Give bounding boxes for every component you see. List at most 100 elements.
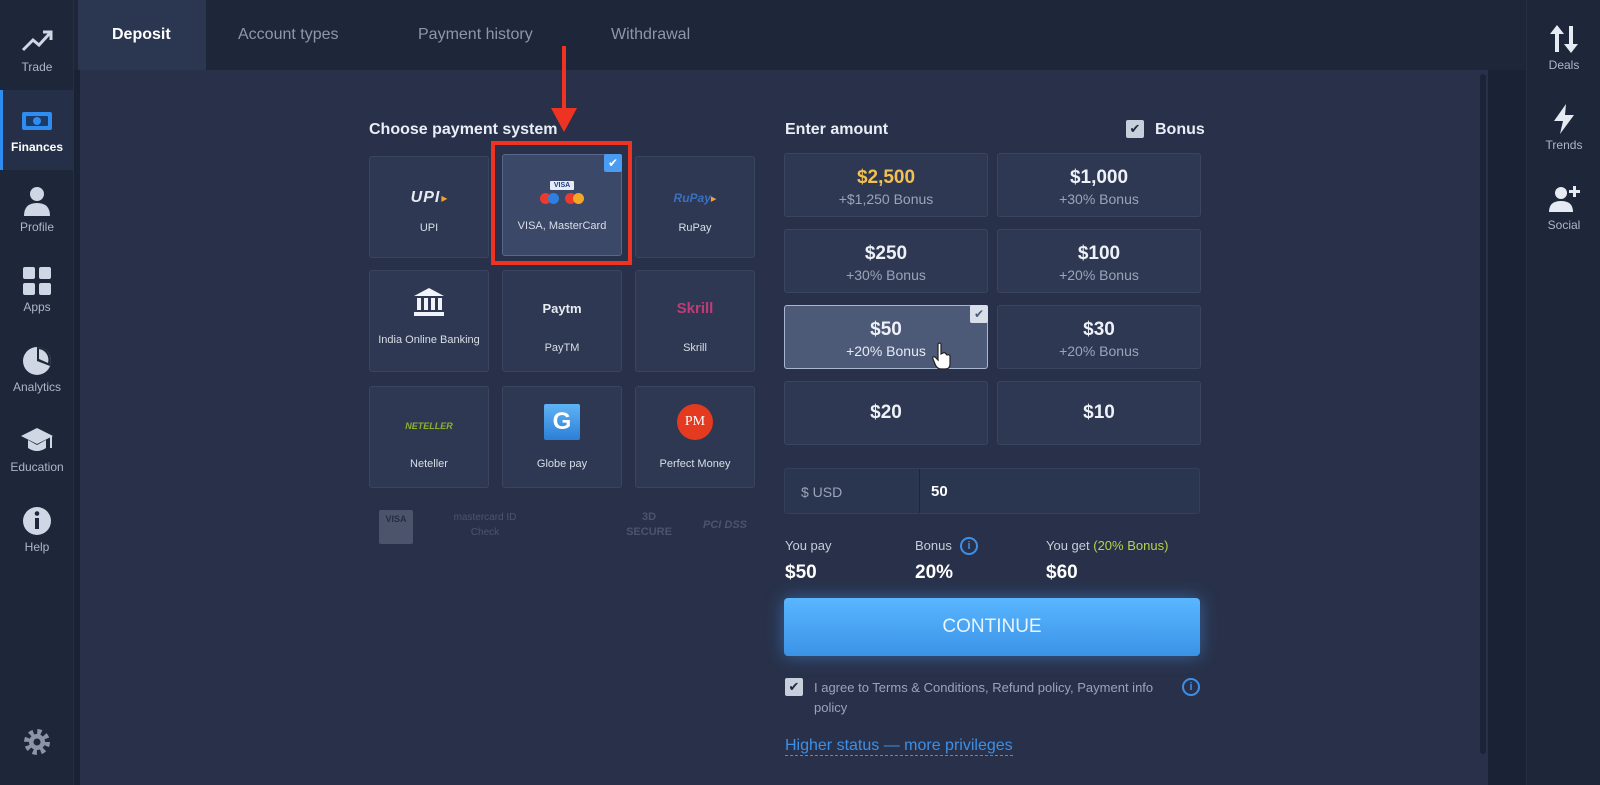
payment-system-title: Choose payment system: [369, 121, 558, 138]
nav-trade[interactable]: Trade: [0, 10, 74, 90]
paytm-logo: Paytm: [542, 300, 582, 316]
upi-logo: UPI ▸: [410, 189, 448, 206]
amount-option-30[interactable]: $30 +20% Bonus: [997, 305, 1201, 369]
nav-help[interactable]: Help: [0, 490, 74, 570]
payment-label: Skrill: [683, 342, 707, 354]
nav-label: Trends: [1545, 138, 1583, 152]
you-pay-value: $50: [785, 562, 817, 583]
payment-visa-mastercard[interactable]: VISA VISA, MasterCard ✔: [502, 154, 622, 256]
pci-dss-logo: PCI DSS: [702, 519, 747, 531]
nav-deals[interactable]: Deals: [1527, 8, 1600, 88]
bonus-checkbox[interactable]: ✔: [1126, 120, 1144, 138]
amount-bonus: +$1,250 Bonus: [838, 191, 934, 207]
payment-skrill[interactable]: Skrill Skrill: [635, 270, 755, 372]
annotation-arrow-head: [551, 108, 577, 132]
payment-label: RuPay: [678, 222, 712, 234]
nav-education[interactable]: Education: [0, 410, 74, 490]
trade-chart-icon: [21, 30, 53, 52]
apps-grid-icon: [23, 267, 51, 295]
amount-option-250[interactable]: $250 +30% Bonus: [784, 229, 988, 293]
scrollbar[interactable]: [1480, 74, 1486, 754]
neteller-logo: NETELLER: [405, 421, 453, 431]
amount-value: $2,500: [856, 167, 916, 188]
nav-profile[interactable]: Profile: [0, 170, 74, 250]
hand-cursor-icon: [932, 342, 951, 370]
analytics-pie-icon: [23, 347, 51, 375]
amount-option-10[interactable]: $10: [997, 381, 1201, 445]
3d-secure-logo: 3D SECURE: [626, 511, 672, 538]
selected-check-icon: ✔: [604, 154, 622, 172]
payment-perfect-money[interactable]: PM Perfect Money: [635, 386, 755, 488]
nav-label: Finances: [10, 140, 64, 154]
amount-option-1000[interactable]: $1,000 +30% Bonus: [997, 153, 1201, 217]
you-pay-label: You pay: [785, 538, 832, 553]
selected-check-icon: ✔: [970, 305, 988, 323]
amount-bonus: +30% Bonus: [846, 267, 926, 283]
nav-label: Apps: [23, 300, 51, 314]
nav-label: Education: [10, 460, 64, 474]
amount-option-20[interactable]: $20: [784, 381, 988, 445]
payment-globe-pay[interactable]: G Globe pay: [502, 386, 622, 488]
amount-value: $20: [870, 402, 902, 423]
bonus-summary-value: 20%: [915, 562, 954, 583]
nav-finances[interactable]: Finances: [0, 90, 74, 170]
continue-button[interactable]: CONTINUE: [784, 598, 1200, 656]
amount-option-50[interactable]: $50 +20% Bonus ✔: [784, 305, 988, 370]
nav-label: Help: [24, 540, 50, 554]
amount-bonus: +30% Bonus: [1059, 191, 1139, 207]
nav-social[interactable]: Social: [1527, 168, 1600, 248]
perfectmoney-logo: PM: [636, 404, 754, 440]
tab-withdrawal[interactable]: Withdrawal: [577, 0, 724, 70]
terms-text[interactable]: I agree to Terms & Conditions, Refund po…: [814, 678, 1179, 718]
amount-input[interactable]: [931, 477, 1181, 505]
globepay-logo: G: [503, 404, 621, 440]
nav-label: Trade: [21, 60, 53, 74]
payment-label: PayTM: [544, 342, 580, 354]
bonus-checkbox-label: Bonus: [1155, 121, 1205, 138]
bonus-summary-label: Bonus: [915, 538, 952, 553]
tab-account-types[interactable]: Account types: [204, 0, 373, 70]
visa-secure-logo: VISA: [379, 510, 413, 544]
deals-arrows-icon: [1550, 25, 1578, 53]
tab-payment-history[interactable]: Payment history: [384, 0, 567, 70]
gear-icon[interactable]: [22, 727, 52, 757]
tab-deposit[interactable]: Deposit: [78, 0, 206, 70]
left-sidebar: Trade Finances Profile Apps Analytics Ed…: [0, 0, 74, 785]
nav-apps[interactable]: Apps: [0, 250, 74, 330]
payment-neteller[interactable]: NETELLER Neteller: [369, 386, 489, 488]
payment-india-online-banking[interactable]: India Online Banking: [369, 270, 489, 372]
annotation-arrow: [562, 46, 566, 112]
bank-icon: [370, 285, 488, 319]
amount-option-2500[interactable]: $2,500 +$1,250 Bonus: [784, 153, 988, 217]
currency-label: $ USD: [801, 484, 843, 500]
payment-rupay[interactable]: RuPay ▸ RuPay: [635, 156, 755, 258]
payment-label: India Online Banking: [378, 334, 480, 346]
rupay-logo: RuPay ▸: [673, 191, 717, 205]
amount-value: $1,000: [1069, 167, 1129, 188]
profile-person-icon: [24, 187, 50, 216]
help-info-icon: [23, 507, 51, 535]
education-cap-icon: [21, 428, 53, 451]
amount-option-100[interactable]: $100 +20% Bonus: [997, 229, 1201, 293]
higher-status-link[interactable]: Higher status — more privileges: [785, 737, 1013, 756]
terms-checkbox[interactable]: ✔: [785, 678, 803, 696]
payment-paytm[interactable]: Paytm PayTM: [502, 270, 622, 372]
payment-upi[interactable]: UPI ▸ UPI: [369, 156, 489, 258]
you-get-bonus-note: (20% Bonus): [1093, 538, 1169, 553]
amount-input-field[interactable]: $ USD: [784, 468, 1200, 514]
payment-label: Perfect Money: [659, 458, 731, 470]
tab-bar: Deposit Account types Payment history Wi…: [74, 0, 1526, 70]
finances-money-icon: [22, 112, 52, 130]
mastercard-idcheck-logo: mastercard ID Check: [453, 512, 517, 538]
nav-label: Analytics: [12, 380, 62, 394]
amount-value: $100: [1077, 243, 1121, 264]
bonus-info-icon[interactable]: i: [960, 537, 978, 555]
nav-trends[interactable]: Trends: [1527, 88, 1600, 168]
nav-analytics[interactable]: Analytics: [0, 330, 74, 410]
payment-label: Globe pay: [536, 458, 588, 470]
payment-label: UPI: [419, 222, 439, 234]
social-add-user-icon: [1549, 186, 1580, 212]
payment-label: Neteller: [410, 458, 448, 470]
terms-info-icon[interactable]: i: [1182, 678, 1200, 696]
nav-label: Profile: [19, 220, 54, 234]
